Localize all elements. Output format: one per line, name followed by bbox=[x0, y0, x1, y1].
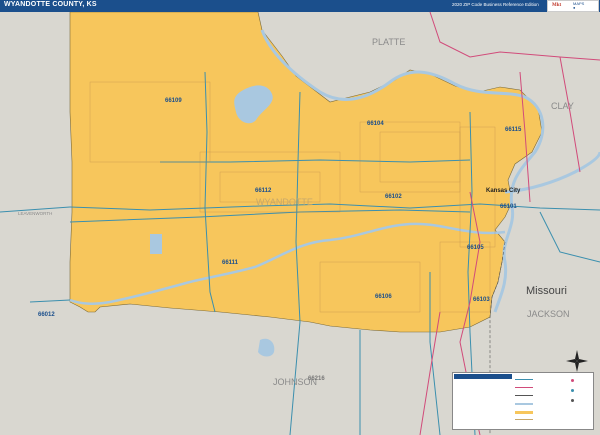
legend-dot-2 bbox=[571, 389, 574, 392]
zip-66115: 66115 bbox=[505, 127, 522, 133]
logo-text: MAPS ● bbox=[573, 1, 585, 10]
publisher-logo: Mkt MAPS ● bbox=[547, 0, 599, 12]
legend-line-border bbox=[515, 395, 533, 396]
lake-small bbox=[150, 234, 162, 254]
zip-66216: 66216 bbox=[308, 376, 325, 382]
city-label: Kansas City bbox=[486, 188, 521, 194]
zip-66106: 66106 bbox=[375, 294, 392, 300]
state-label: Missouri bbox=[526, 285, 567, 297]
zip-66105: 66105 bbox=[467, 245, 484, 251]
zip-66102: 66102 bbox=[385, 194, 402, 200]
region-jackson: JACKSON bbox=[527, 309, 570, 319]
logo-mark: Mkt bbox=[552, 3, 562, 8]
legend-line-highway bbox=[515, 387, 533, 388]
zip-66112: 66112 bbox=[255, 188, 272, 194]
zip-66103: 66103 bbox=[473, 297, 490, 303]
legend-dot-3 bbox=[571, 399, 574, 402]
map-frame: WYANDOTTE COUNTY, KS 2020 ZIP Code Busin… bbox=[0, 0, 600, 435]
legend-line-county bbox=[515, 411, 533, 414]
zip-66104: 66104 bbox=[367, 121, 384, 127]
title-bar: WYANDOTTE COUNTY, KS 2020 ZIP Code Busin… bbox=[0, 0, 600, 12]
zip-66111: 66111 bbox=[222, 260, 239, 266]
map-subtitle: 2020 ZIP Code Business Reference Edition bbox=[452, 2, 539, 7]
legend-line-urban bbox=[515, 419, 533, 420]
zip-66109: 66109 bbox=[165, 98, 182, 104]
zip-66012: 66012 bbox=[38, 312, 55, 318]
county-label: WYANDOTTE bbox=[256, 197, 313, 207]
region-leavenworth: LEAVENWORTH bbox=[18, 211, 52, 216]
legend-dot-1 bbox=[571, 379, 574, 382]
legend-zip-table bbox=[454, 374, 512, 428]
map-legend bbox=[452, 372, 594, 430]
compass-rose-icon bbox=[566, 350, 588, 372]
region-clay: CLAY bbox=[551, 101, 574, 111]
legend-line-road bbox=[515, 379, 533, 380]
legend-header bbox=[454, 374, 512, 379]
region-platte: PLATTE bbox=[372, 37, 405, 47]
map-title: WYANDOTTE COUNTY, KS bbox=[4, 1, 97, 8]
zip-66101: 66101 bbox=[500, 204, 517, 210]
legend-line-water bbox=[515, 403, 533, 405]
